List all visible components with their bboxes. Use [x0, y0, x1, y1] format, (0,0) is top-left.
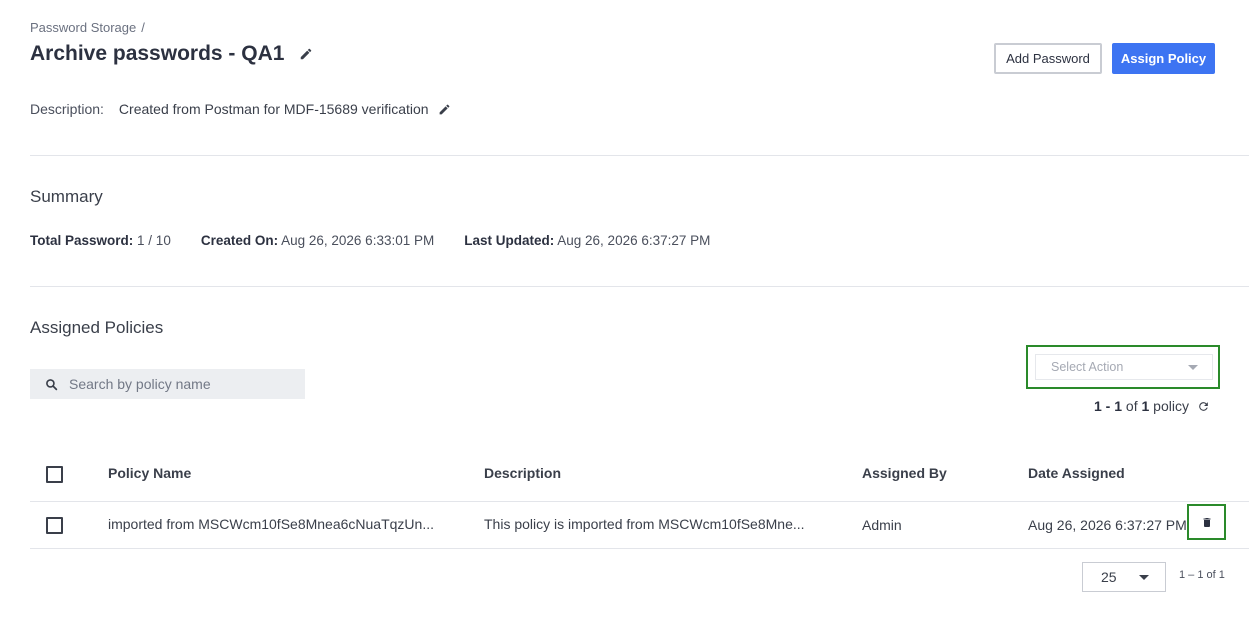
count-total: 1 [1141, 398, 1150, 414]
total-password-label: Total Password: [30, 233, 134, 248]
divider-middle [30, 286, 1249, 287]
row-date-assigned: Aug 26, 2026 6:37:27 PM [1028, 517, 1187, 533]
total-password-value: 1 / 10 [137, 233, 171, 248]
trash-icon [1201, 516, 1213, 529]
summary-title: Summary [30, 187, 103, 206]
column-header-assigned-by[interactable]: Assigned By [862, 465, 947, 481]
summary-last-updated: Last Updated: Aug 26, 2026 6:37:27 PM [464, 233, 710, 248]
last-updated-label: Last Updated: [464, 233, 555, 248]
created-on-label: Created On: [200, 233, 279, 248]
page-title: Archive passwords - QA1 [30, 42, 285, 65]
row-description: This policy is imported from MSCWcm10fSe… [484, 516, 805, 532]
refresh-icon[interactable] [1197, 400, 1210, 413]
chevron-down-icon [1139, 574, 1149, 580]
summary-created-on: Created On: Aug 26, 2026 6:33:01 PM [201, 233, 434, 248]
last-updated-value: Aug 26, 2026 6:37:27 PM [557, 233, 711, 248]
count-of: of [1125, 398, 1138, 414]
column-header-description[interactable]: Description [484, 465, 561, 481]
column-header-date-assigned[interactable]: Date Assigned [1028, 465, 1125, 481]
breadcrumb-separator: / [141, 20, 145, 35]
table-bottom-divider [30, 548, 1249, 549]
breadcrumb-password-storage[interactable]: Password Storage [30, 20, 136, 35]
select-action-placeholder: Select Action [1051, 360, 1124, 374]
select-all-checkbox[interactable] [46, 466, 63, 483]
assigned-policies-title: Assigned Policies [30, 318, 164, 337]
count-unit: policy [1153, 398, 1189, 414]
page-size-value: 25 [1101, 569, 1117, 585]
divider-top [30, 155, 1249, 156]
search-icon [45, 378, 58, 391]
breadcrumb: Password Storage / [30, 20, 145, 35]
summary-row: Total Password: 1 / 10 Created On: Aug 2… [30, 233, 740, 248]
page-size-select[interactable]: 25 [1082, 562, 1166, 592]
description-row: Description: Created from Postman for MD… [30, 101, 451, 117]
summary-total-password: Total Password: 1 / 10 [30, 233, 171, 248]
search-box [30, 369, 305, 399]
select-action-dropdown[interactable]: Select Action [1035, 354, 1213, 380]
description-value: Created from Postman for MDF-15689 verif… [118, 101, 429, 117]
select-action-highlight: Select Action [1026, 345, 1220, 389]
column-header-policy-name[interactable]: Policy Name [108, 465, 191, 481]
chevron-down-icon [1188, 364, 1198, 370]
assign-policy-button[interactable]: Assign Policy [1112, 43, 1215, 74]
edit-title-icon[interactable] [299, 47, 313, 61]
pagination-range: 1 – 1 of 1 [1179, 569, 1225, 581]
row-assigned-by: Admin [862, 517, 902, 533]
title-row: Archive passwords - QA1 [30, 42, 313, 66]
delete-policy-button[interactable] [1187, 504, 1226, 540]
edit-description-icon[interactable] [438, 103, 451, 116]
add-password-button[interactable]: Add Password [994, 43, 1102, 74]
description-label: Description: [30, 101, 104, 117]
row-policy-name[interactable]: imported from MSCWcm10fSe8Mnea6cNuaTqzUn… [108, 516, 434, 532]
search-input[interactable] [69, 376, 289, 392]
page: Password Storage / Archive passwords - QA… [0, 0, 1249, 622]
created-on-value: Aug 26, 2026 6:33:01 PM [281, 233, 435, 248]
policy-count: 1 - 1 of 1 policy [1094, 398, 1210, 414]
count-range: 1 - 1 [1094, 398, 1123, 414]
row-checkbox[interactable] [46, 517, 63, 534]
table-header-divider [30, 501, 1249, 502]
